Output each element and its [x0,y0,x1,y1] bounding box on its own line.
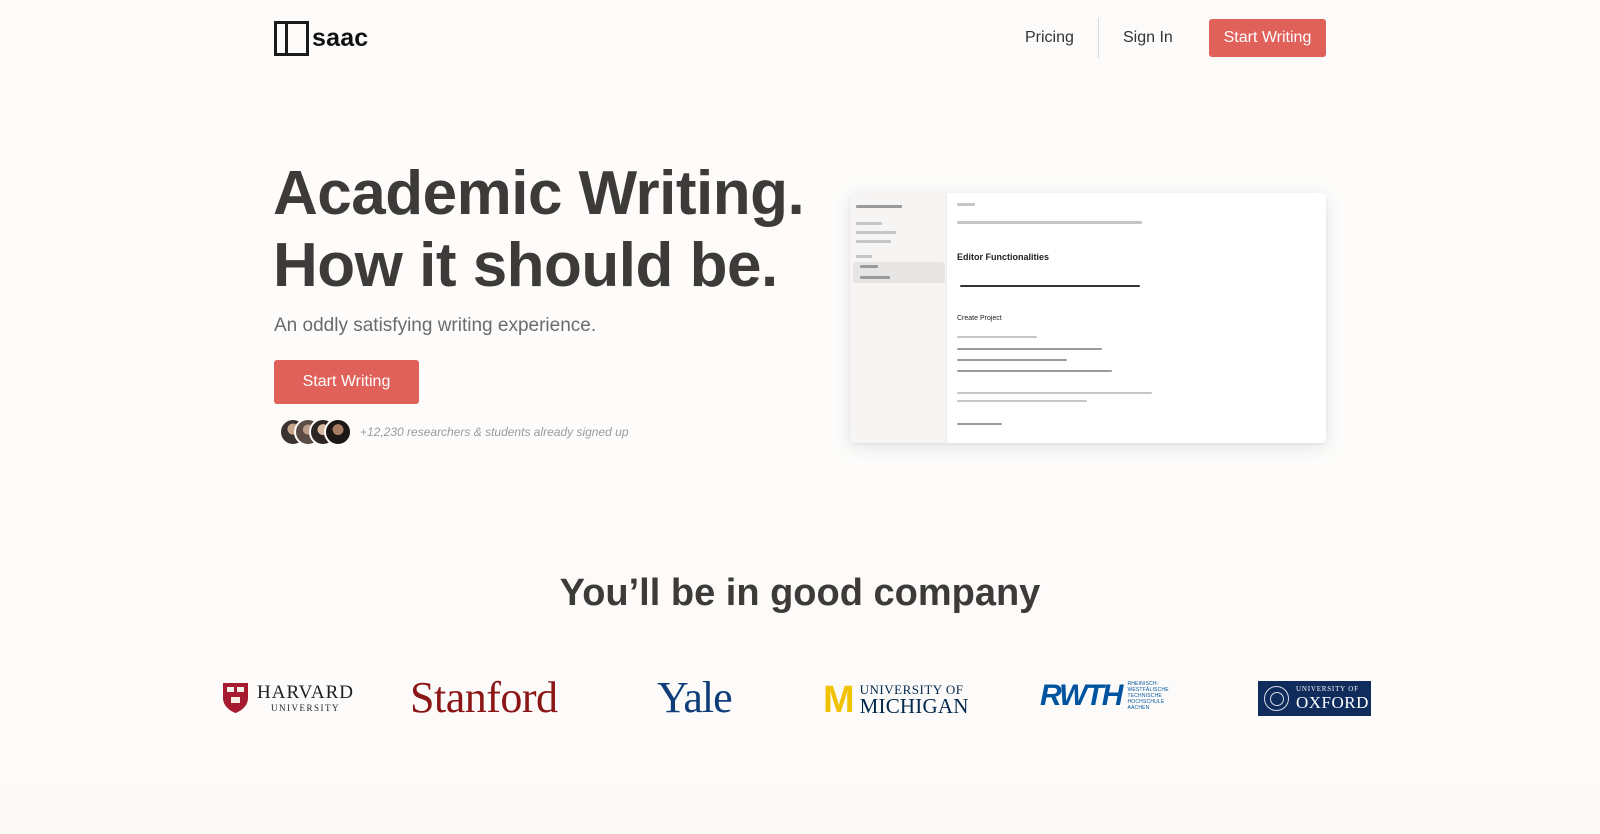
logo-text: saac [312,23,369,52]
university-logos: HARVARD UNIVERSITY Stanford Yale M UNIVE… [0,672,1600,722]
harvard-sub: UNIVERSITY [270,703,340,713]
harvard-name: HARVARD [257,682,354,703]
preview-text-line [957,359,1067,361]
nav-pricing-link[interactable]: Pricing [1025,29,1074,47]
logo[interactable]: saac [274,20,368,56]
preview-text-line [957,348,1102,350]
stanford-logo: Stanford [410,673,558,722]
editor-preview-image: Editor Functionalities Create Project [850,193,1326,443]
preview-toolbar [957,221,1142,224]
hero-title-line-2: How it should be. [273,231,778,300]
preview-text-line [957,392,1152,394]
preview-text-line [856,222,882,225]
hero-section: Academic Writing. How it should be. An o… [0,76,1600,510]
header-start-writing-button[interactable]: Start Writing [1209,19,1326,57]
michigan-logo: M UNIVERSITY OF MICHIGAN [823,681,969,719]
michigan-bottom-text: MICHIGAN [859,694,969,718]
avatar [324,418,352,446]
preview-text-line [957,400,1087,402]
preview-text-line [957,203,975,206]
preview-heading: Editor Functionalities [957,252,1050,262]
preview-text-line [960,285,1140,287]
preview-text-line [860,265,878,268]
nav-sign-in-link[interactable]: Sign In [1123,29,1173,47]
hero-subtitle: An oddly satisfying writing experience. [274,315,597,336]
preview-text-line [957,423,1002,425]
preview-text-line [957,336,1037,338]
next-section-band [0,784,1600,834]
rwth-subtext: RHEINISCH- WESTFÄLISCHE TECHNISCHE HOCHS… [1127,681,1169,711]
preview-section-heading: Create Project [957,315,1002,322]
preview-sidebar [850,193,947,443]
rwth-logo: RWTH RHEINISCH- WESTFÄLISCHE TECHNISCHE … [1040,679,1169,712]
michigan-wordmark: UNIVERSITY OF MICHIGAN [860,683,969,717]
preview-text-line [856,205,902,208]
landing-page: saac Pricing Sign In Start Writing Acade… [0,0,1600,834]
user-avatars [279,417,352,447]
rwth-wordmark: RWTH [1040,679,1123,712]
hero-title: Academic Writing. How it should be. [273,158,805,302]
hero-title-line-1: Academic Writing. [273,159,805,228]
harvard-logo: HARVARD UNIVERSITY [222,682,354,714]
harvard-shield-icon [223,683,248,713]
harvard-wordmark: HARVARD UNIVERSITY [257,683,354,713]
preview-text-line [856,255,872,258]
oxford-wordmark: UNIVERSITY OF OXFORD [1296,685,1369,712]
yale-logo: Yale [657,673,733,722]
oxford-logo: UNIVERSITY OF OXFORD [1258,681,1371,716]
oxford-bottom-text: OXFORD [1296,693,1369,712]
michigan-block-m: M [823,679,855,721]
preview-text-line [856,231,896,234]
preview-text-line [860,276,890,279]
logo-mark-icon [274,20,309,56]
oxford-seal-icon [1264,686,1289,711]
signup-count-text: +12,230 researchers & students already s… [360,425,629,439]
preview-text-line [957,370,1112,372]
oxford-top-text: UNIVERSITY OF [1296,685,1359,693]
site-header: saac Pricing Sign In Start Writing [0,0,1600,76]
hero-start-writing-button[interactable]: Start Writing [274,360,419,404]
nav-divider [1098,18,1099,58]
preview-text-line [856,240,891,243]
company-section-title: You’ll be in good company [559,572,1041,614]
